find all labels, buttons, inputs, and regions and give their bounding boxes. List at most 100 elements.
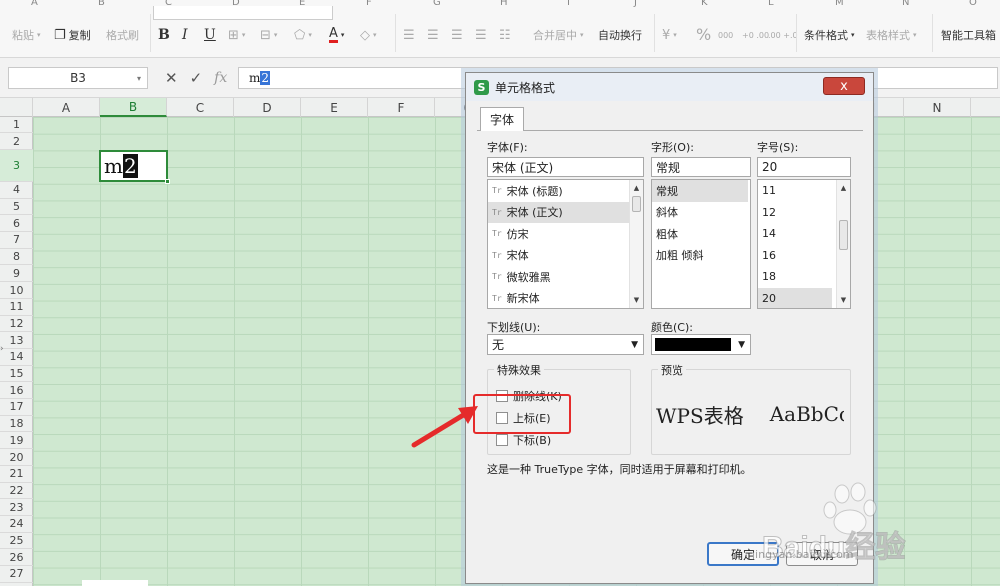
font-list-item-selected[interactable]: Tr 宋体 (正文) bbox=[488, 201, 643, 223]
border-button[interactable]: ⊞ ▾ bbox=[228, 24, 245, 46]
column-header[interactable]: A bbox=[33, 98, 100, 117]
font-list-item[interactable]: Tr 仿宋 bbox=[488, 223, 643, 245]
insert-function-icon[interactable]: fx bbox=[214, 70, 227, 86]
row-header[interactable]: 20 bbox=[0, 449, 33, 466]
style-list-item[interactable]: 斜体 bbox=[652, 202, 750, 224]
underline-button[interactable]: U bbox=[204, 24, 216, 46]
row-header[interactable]: 22 bbox=[0, 483, 33, 500]
scroll-down-icon[interactable]: ▼ bbox=[837, 294, 850, 306]
row-header[interactable]: 21 bbox=[0, 466, 33, 483]
collapse-arrow-icon[interactable]: › bbox=[0, 344, 4, 354]
fill-color-button[interactable]: ⬠ ▾ bbox=[294, 24, 312, 46]
row-header[interactable]: 2 bbox=[0, 133, 33, 150]
increase-decimal-button[interactable]: +0 .00 bbox=[742, 24, 769, 46]
cancel-button[interactable]: 取消 bbox=[786, 542, 858, 566]
cell-style-button[interactable]: ⊟ ▾ bbox=[260, 24, 277, 46]
size-list-item-selected[interactable]: 20 bbox=[758, 287, 832, 308]
select-all-corner[interactable] bbox=[0, 98, 33, 117]
confirm-check-icon[interactable]: ✓ bbox=[190, 69, 203, 87]
paste-button[interactable]: 粘贴 ▾ bbox=[12, 24, 41, 46]
row-header[interactable]: 9 bbox=[0, 266, 33, 283]
merge-center-button[interactable]: 合并居中 ▾ bbox=[533, 24, 584, 46]
column-header[interactable]: E bbox=[301, 98, 368, 117]
font-list-item[interactable]: Tr 微软雅黑 bbox=[488, 266, 643, 288]
table-style-button[interactable]: 表格样式 ▾ bbox=[866, 24, 917, 46]
copy-button[interactable]: ❐ 复制 bbox=[54, 24, 91, 46]
font-style-field[interactable]: 常规 bbox=[651, 157, 751, 177]
row-header[interactable]: 8 bbox=[0, 249, 33, 266]
scroll-thumb[interactable] bbox=[632, 196, 641, 212]
row-header[interactable]: 19 bbox=[0, 433, 33, 450]
column-header[interactable]: D bbox=[234, 98, 301, 117]
row-header[interactable]: 24 bbox=[0, 516, 33, 533]
style-list-item[interactable]: 加粗 倾斜 bbox=[652, 245, 750, 267]
row-header[interactable]: 23 bbox=[0, 499, 33, 516]
italic-button[interactable]: I bbox=[182, 24, 188, 46]
column-header[interactable]: N bbox=[904, 98, 971, 117]
align-left-button[interactable]: ☰ bbox=[403, 24, 415, 46]
subscript-checkbox[interactable]: 下标(B) bbox=[496, 432, 551, 448]
cancel-x-icon[interactable]: ✕ bbox=[165, 69, 178, 87]
align-right-button[interactable]: ☰ bbox=[451, 24, 463, 46]
row-header[interactable]: 18 bbox=[0, 416, 33, 433]
tab-font[interactable]: 字体 bbox=[480, 107, 524, 131]
font-color-button[interactable]: A ▾ bbox=[329, 24, 344, 46]
column-header[interactable]: F bbox=[368, 98, 435, 117]
row-header[interactable]: 11 bbox=[0, 299, 33, 316]
color-select[interactable]: ▼ bbox=[651, 334, 751, 355]
scroll-up-icon[interactable]: ▲ bbox=[837, 182, 850, 194]
format-painter-button[interactable]: 格式刷 bbox=[106, 24, 139, 46]
align-center-button[interactable]: ☰ bbox=[427, 24, 439, 46]
row-header[interactable]: 4 bbox=[0, 182, 33, 199]
currency-button[interactable]: ¥ ▾ bbox=[662, 24, 677, 46]
smart-toolbox-button[interactable]: 智能工具箱 bbox=[941, 24, 996, 46]
column-header[interactable]: C bbox=[167, 98, 234, 117]
dialog-titlebar[interactable]: S 单元格格式 x bbox=[466, 73, 873, 101]
row-header[interactable]: 14 bbox=[0, 349, 33, 366]
decrease-decimal-button[interactable]: .00 +.0 bbox=[768, 24, 798, 46]
style-list-item-selected[interactable]: 常规 bbox=[652, 180, 748, 202]
row-header[interactable]: 1 bbox=[0, 117, 33, 133]
font-name-field[interactable]: 宋体 (正文) bbox=[487, 157, 644, 177]
font-size-list[interactable]: 11 12 14 16 18 20 ▲ ▼ bbox=[757, 179, 851, 309]
scroll-up-icon[interactable]: ▲ bbox=[630, 182, 643, 194]
style-list-item[interactable]: 粗体 bbox=[652, 223, 750, 245]
conditional-format-button[interactable]: 条件格式 ▾ bbox=[804, 24, 855, 46]
row-header[interactable]: 17 bbox=[0, 399, 33, 416]
font-list-scrollbar[interactable]: ▲ ▼ bbox=[629, 180, 643, 308]
scroll-thumb[interactable] bbox=[839, 220, 848, 250]
font-list[interactable]: Tr 宋体 (标题) Tr 宋体 (正文) Tr 仿宋 Tr 宋体 Tr 微软雅黑 Tr 新… bbox=[487, 179, 644, 309]
row-header[interactable]: 5 bbox=[0, 199, 33, 216]
column-header-selected[interactable]: B bbox=[100, 98, 167, 117]
row-header[interactable]: 25 bbox=[0, 533, 33, 550]
font-list-item[interactable]: Tr 宋体 (标题) bbox=[488, 180, 643, 202]
row-header[interactable]: 13 bbox=[0, 332, 33, 349]
wrap-text-button[interactable]: 自动换行 bbox=[598, 24, 642, 46]
font-size-field[interactable]: 20 bbox=[757, 157, 851, 177]
row-header[interactable]: 6 bbox=[0, 215, 33, 233]
distributed-button[interactable]: ☷ bbox=[499, 24, 511, 46]
thousands-button[interactable]: 000 bbox=[718, 24, 733, 46]
row-header[interactable]: 16 bbox=[0, 382, 33, 400]
size-list-scrollbar[interactable]: ▲ ▼ bbox=[836, 180, 850, 308]
row-header[interactable]: 12 bbox=[0, 316, 33, 333]
row-header[interactable]: 15 bbox=[0, 366, 33, 383]
font-name-box[interactable] bbox=[153, 6, 333, 20]
close-button[interactable]: x bbox=[823, 77, 865, 95]
bold-button[interactable]: B bbox=[158, 24, 170, 46]
font-style-list[interactable]: 常规 斜体 粗体 加粗 倾斜 bbox=[651, 179, 751, 309]
fill-handle[interactable] bbox=[165, 179, 170, 184]
clear-format-button[interactable]: ◇ ▾ bbox=[360, 24, 377, 46]
justify-button[interactable]: ☰ bbox=[475, 24, 487, 46]
font-list-item[interactable]: Tr 宋体 bbox=[488, 245, 643, 267]
active-cell-b3[interactable]: m2 bbox=[99, 150, 170, 184]
underline-select[interactable]: 无 ▼ bbox=[487, 334, 644, 355]
name-box[interactable]: B3 ▾ bbox=[8, 67, 148, 89]
row-header-selected[interactable]: 3 bbox=[0, 150, 33, 182]
row-header[interactable]: 7 bbox=[0, 232, 33, 249]
percent-button[interactable]: % bbox=[696, 24, 711, 46]
row-header[interactable]: 26 bbox=[0, 549, 33, 567]
row-header[interactable]: 10 bbox=[0, 282, 33, 299]
ok-button[interactable]: 确定 bbox=[707, 542, 779, 566]
scroll-down-icon[interactable]: ▼ bbox=[630, 294, 643, 306]
